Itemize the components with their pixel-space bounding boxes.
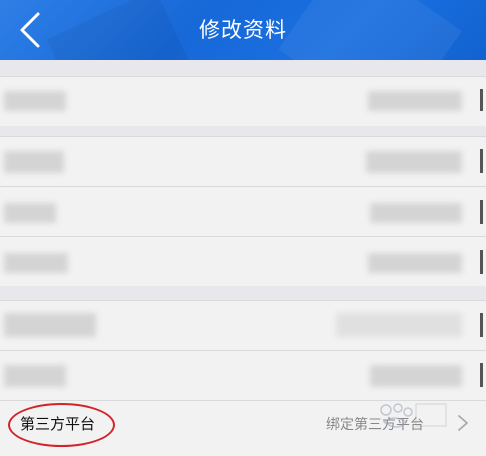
blurred-value	[366, 151, 462, 173]
profile-row[interactable]	[0, 300, 486, 350]
blurred-label	[4, 91, 66, 111]
page-title: 修改资料	[199, 18, 287, 42]
blurred-value	[336, 313, 462, 337]
row-edge	[480, 313, 483, 337]
blurred-value	[368, 91, 462, 111]
blurred-label	[4, 313, 96, 337]
blurred-label	[4, 151, 64, 173]
profile-row[interactable]	[0, 350, 486, 400]
row-edge	[480, 149, 483, 173]
blurred-value	[370, 203, 462, 223]
blurred-label	[4, 203, 56, 223]
blurred-value	[370, 365, 462, 387]
row-edge	[480, 200, 483, 224]
section-gap	[0, 60, 486, 76]
blurred-label	[4, 365, 66, 387]
top-navigation-bar: 修改资料	[0, 0, 486, 60]
row-edge	[480, 363, 483, 387]
section-gap	[0, 126, 486, 136]
row-edge	[480, 250, 483, 274]
row-edge	[480, 89, 483, 111]
chevron-right-icon	[458, 415, 468, 431]
profile-row[interactable]	[0, 186, 486, 236]
blurred-value	[368, 253, 462, 273]
profile-row-avatar[interactable]	[0, 76, 486, 126]
profile-row[interactable]	[0, 136, 486, 186]
highlight-circle	[8, 403, 115, 447]
watermark-logo	[380, 403, 447, 428]
profile-row[interactable]	[0, 236, 486, 286]
blurred-label	[4, 253, 68, 273]
section-gap	[0, 286, 486, 300]
